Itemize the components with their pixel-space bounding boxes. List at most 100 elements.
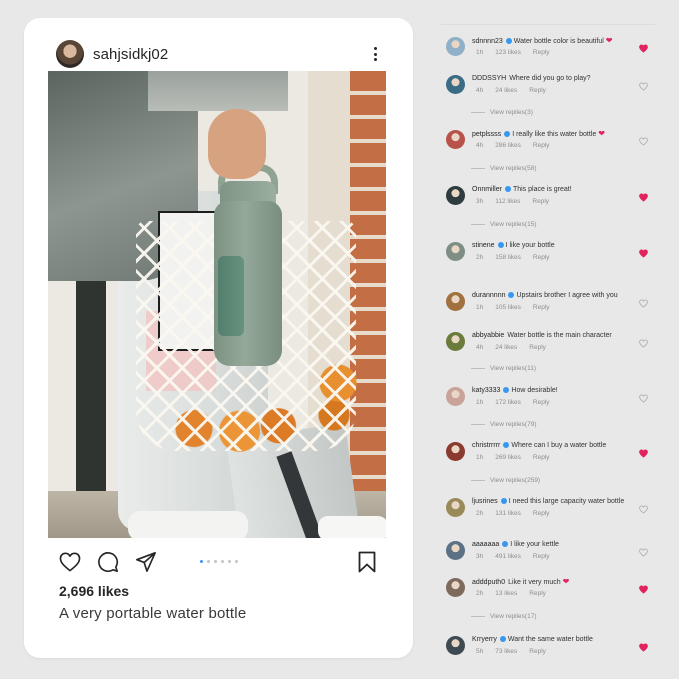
comment-likes[interactable]: 269 likes bbox=[495, 454, 521, 461]
reply-button[interactable]: Reply bbox=[533, 304, 550, 311]
comment-like-heart-icon[interactable] bbox=[639, 133, 648, 146]
carousel-dot[interactable] bbox=[199, 560, 203, 563]
comment-like-heart-icon[interactable] bbox=[639, 445, 648, 458]
comment-avatar[interactable] bbox=[446, 292, 465, 311]
comment-username[interactable]: petplssss bbox=[472, 131, 501, 138]
comment-avatar[interactable] bbox=[446, 37, 465, 56]
comment-like-heart-icon[interactable] bbox=[639, 40, 648, 53]
comment-avatar[interactable] bbox=[446, 130, 465, 149]
comment-likes[interactable]: 13 likes bbox=[495, 590, 517, 597]
reply-button[interactable]: Reply bbox=[529, 344, 546, 351]
comment-likes[interactable]: 158 likes bbox=[495, 254, 521, 261]
comment-username[interactable]: DDDSSYH bbox=[472, 75, 506, 82]
comment-likes[interactable]: 491 likes bbox=[495, 553, 521, 560]
comment-avatar[interactable] bbox=[446, 442, 465, 461]
comment-text-line: christrrrrr Where can I buy a water bottl… bbox=[472, 441, 632, 451]
comment-likes[interactable]: 131 likes bbox=[495, 510, 521, 517]
comment-avatar[interactable] bbox=[446, 636, 465, 655]
comment-likes[interactable]: 286 likes bbox=[495, 142, 521, 149]
comment-username[interactable]: adddputh0 bbox=[472, 579, 505, 586]
comment-like-heart-icon[interactable] bbox=[639, 501, 648, 514]
reply-button[interactable]: Reply bbox=[532, 198, 549, 205]
post-photo[interactable] bbox=[48, 71, 386, 538]
comment-username[interactable]: sdnnnn23 bbox=[472, 38, 503, 45]
view-replies-link[interactable]: View replies(17) bbox=[471, 613, 536, 620]
comment-text-line: Onnmiller This place is great! bbox=[472, 185, 632, 195]
comment-like-heart-icon[interactable] bbox=[639, 335, 648, 348]
comment-like-heart-icon[interactable] bbox=[639, 295, 648, 308]
heart-emoji-icon: ❤ bbox=[598, 129, 605, 138]
comment-likes[interactable]: 73 likes bbox=[495, 648, 517, 655]
comment-text: Upstairs brother I agree with you bbox=[516, 292, 618, 299]
comment-avatar[interactable] bbox=[446, 75, 465, 94]
comment-avatar[interactable] bbox=[446, 541, 465, 560]
comment-like-heart-icon[interactable] bbox=[639, 544, 648, 557]
view-replies-link[interactable]: View replies(58) bbox=[471, 165, 536, 172]
likes-count[interactable]: 2,696 likes bbox=[59, 583, 129, 599]
comment-like-heart-icon[interactable] bbox=[639, 189, 648, 202]
comment-avatar[interactable] bbox=[446, 242, 465, 261]
comment-username[interactable]: christrrrrr bbox=[472, 442, 500, 449]
comment-avatar[interactable] bbox=[446, 578, 465, 597]
comment-likes[interactable]: 123 likes bbox=[495, 49, 521, 56]
reply-button[interactable]: Reply bbox=[533, 49, 550, 56]
comment-username[interactable]: Krryerry bbox=[472, 636, 497, 643]
comment-avatar[interactable] bbox=[446, 332, 465, 351]
comment-like-heart-icon[interactable] bbox=[639, 390, 648, 403]
bookmark-icon[interactable] bbox=[357, 550, 377, 574]
comment-like-heart-icon[interactable] bbox=[639, 581, 648, 594]
comment-meta: 2h 13 likes Reply bbox=[476, 590, 558, 597]
comment-username[interactable]: abbyabbie bbox=[472, 332, 504, 339]
comment-text-line: sdnnnn23 Water bottle color is beautiful ❤ bbox=[472, 36, 632, 47]
carousel-dot[interactable] bbox=[227, 560, 231, 563]
comment-likes[interactable]: 24 likes bbox=[495, 344, 517, 351]
comment-likes[interactable]: 105 likes bbox=[495, 304, 521, 311]
share-icon[interactable] bbox=[134, 550, 158, 574]
comment-time: 2h bbox=[476, 254, 484, 261]
comment-avatar[interactable] bbox=[446, 498, 465, 517]
carousel-dot[interactable] bbox=[234, 560, 238, 563]
comment-likes[interactable]: 172 likes bbox=[495, 399, 521, 406]
carousel-dot[interactable] bbox=[213, 560, 217, 563]
reply-button[interactable]: Reply bbox=[533, 142, 550, 149]
comment-avatar[interactable] bbox=[446, 387, 465, 406]
comment-text-line: durannnnn Upstairs brother I agree with y… bbox=[472, 291, 632, 301]
reply-button[interactable]: Reply bbox=[529, 87, 546, 94]
comment-meta: 2h 158 likes Reply bbox=[476, 254, 562, 261]
reply-button[interactable]: Reply bbox=[533, 454, 550, 461]
comment-username[interactable]: Onnmiller bbox=[472, 186, 502, 193]
comment-text: Like it very much bbox=[508, 579, 561, 586]
comment-text: I like your bottle bbox=[505, 242, 555, 249]
comment-likes[interactable]: 24 likes bbox=[495, 87, 517, 94]
avatar[interactable] bbox=[56, 40, 84, 68]
reply-button[interactable]: Reply bbox=[533, 510, 550, 517]
carousel-dot[interactable] bbox=[220, 560, 224, 563]
comment-username[interactable]: aaaaaaa bbox=[472, 541, 499, 548]
view-replies-link[interactable]: View replies(15) bbox=[471, 221, 536, 228]
reply-button[interactable]: Reply bbox=[533, 553, 550, 560]
post-username[interactable]: sahjsidkj02 bbox=[93, 46, 168, 63]
reply-button[interactable]: Reply bbox=[533, 399, 550, 406]
carousel-dot[interactable] bbox=[206, 560, 210, 563]
view-replies-link[interactable]: View replies(11) bbox=[471, 365, 536, 372]
comment-icon[interactable] bbox=[96, 550, 120, 574]
comment-username[interactable]: durannnnn bbox=[472, 292, 505, 299]
comment-username[interactable]: stinene bbox=[472, 242, 495, 249]
view-replies-link[interactable]: View replies(259) bbox=[471, 477, 540, 484]
view-replies-link[interactable]: View replies(79) bbox=[471, 421, 536, 428]
comment-username[interactable]: katy3333 bbox=[472, 387, 500, 394]
view-replies-link[interactable]: View replies(3) bbox=[471, 109, 533, 116]
comment-like-heart-icon[interactable] bbox=[639, 639, 648, 652]
reply-button[interactable]: Reply bbox=[529, 590, 546, 597]
heart-icon[interactable] bbox=[58, 550, 82, 574]
comment-time: 1h bbox=[476, 304, 484, 311]
comment-username[interactable]: ljusrines bbox=[472, 498, 498, 505]
more-icon[interactable] bbox=[369, 44, 381, 64]
reply-button[interactable]: Reply bbox=[533, 254, 550, 261]
comment-avatar[interactable] bbox=[446, 186, 465, 205]
comment-like-heart-icon[interactable] bbox=[639, 78, 648, 91]
comment-like-heart-icon[interactable] bbox=[639, 245, 648, 258]
heart-emoji-icon: ❤ bbox=[605, 36, 613, 45]
reply-button[interactable]: Reply bbox=[529, 648, 546, 655]
comment-likes[interactable]: 112 likes bbox=[495, 198, 520, 205]
